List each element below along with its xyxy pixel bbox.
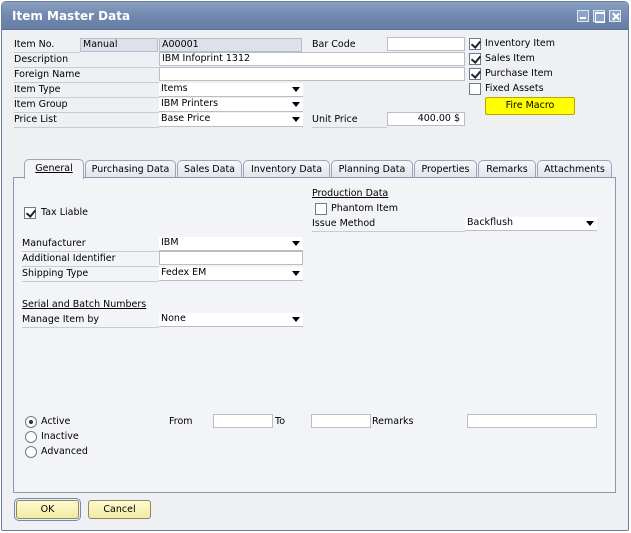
cancel-button[interactable]: Cancel [88, 500, 151, 519]
item-group-dropdown[interactable]: IBM Printers [159, 98, 303, 112]
inactive-label: Inactive [41, 431, 79, 442]
foreign-name-label: Foreign Name [14, 69, 81, 80]
remarks-label: Remarks [372, 416, 414, 427]
chevron-down-icon[interactable] [586, 221, 594, 226]
chevron-down-icon[interactable] [292, 271, 300, 276]
item-group-value: IBM Printers [161, 98, 219, 109]
fire-macro-button[interactable]: Fire Macro [485, 97, 575, 115]
chevron-down-icon[interactable] [292, 317, 300, 322]
item-group-label: Item Group [14, 99, 68, 110]
description-label: Description [14, 54, 69, 65]
tab-attachments[interactable]: Attachments [537, 160, 612, 178]
active-radio[interactable] [25, 416, 37, 428]
phantom-item-checkbox[interactable] [315, 203, 327, 215]
issue-method-dropdown[interactable]: Backflush [465, 217, 597, 231]
item-type-value: Items [161, 83, 188, 94]
chevron-down-icon[interactable] [292, 117, 300, 122]
price-list-label: Price List [14, 114, 57, 125]
shipping-type-value: Fedex EM [161, 267, 207, 278]
manage-item-by-dropdown[interactable]: None [159, 313, 303, 327]
item-type-dropdown[interactable]: Items [159, 83, 303, 97]
advanced-radio[interactable] [25, 446, 37, 458]
unit-price-field[interactable]: 400.00 $ [387, 112, 465, 126]
maximize-icon[interactable] [593, 10, 605, 23]
chevron-down-icon[interactable] [292, 241, 300, 246]
window-title: Item Master Data [12, 9, 131, 23]
additional-identifier-field[interactable] [159, 251, 303, 265]
tab-planning-data[interactable]: Planning Data [331, 160, 413, 178]
tab-general[interactable]: General [24, 159, 84, 179]
sales-item-checkbox[interactable] [469, 53, 481, 65]
foreign-name-field[interactable] [159, 67, 465, 81]
manage-item-by-value: None [161, 313, 186, 324]
item-no-field[interactable]: A00001 [159, 38, 302, 52]
tax-liable-label: Tax Liable [41, 207, 88, 218]
shipping-type-underline [22, 281, 159, 282]
price-list-underline [14, 127, 159, 128]
production-data-title: Production Data [312, 188, 389, 199]
close-icon[interactable] [609, 10, 621, 22]
advanced-label: Advanced [41, 446, 88, 457]
active-label: Active [41, 416, 71, 427]
unit-price-underline [312, 127, 387, 128]
to-label: To [275, 416, 286, 427]
tax-liable-checkbox[interactable] [24, 207, 36, 219]
manufacturer-label: Manufacturer [22, 238, 86, 249]
shipping-type-dropdown[interactable]: Fedex EM [159, 267, 303, 281]
minimize-icon[interactable] [577, 10, 589, 22]
issue-method-label: Issue Method [312, 218, 376, 229]
purchase-item-label: Purchase Item [485, 68, 553, 79]
tab-remarks[interactable]: Remarks [478, 160, 536, 178]
item-master-data-window: Item Master Data Item No. Manual A00001 … [1, 1, 629, 531]
phantom-item-label: Phantom Item [331, 203, 399, 214]
chevron-down-icon[interactable] [292, 102, 300, 107]
inventory-item-checkbox[interactable] [469, 38, 481, 50]
tab-purchasing-data[interactable]: Purchasing Data [85, 160, 176, 178]
item-no-series-field[interactable]: Manual [80, 38, 158, 52]
purchase-item-checkbox[interactable] [469, 68, 481, 80]
additional-identifier-label: Additional Identifier [22, 253, 116, 264]
tab-sales-data[interactable]: Sales Data [177, 160, 242, 178]
to-field[interactable] [311, 414, 371, 428]
manage-item-by-label: Manage Item by [22, 314, 100, 325]
shipping-type-label: Shipping Type [22, 268, 89, 279]
price-list-dropdown[interactable]: Base Price [159, 113, 303, 127]
item-type-label: Item Type [14, 84, 61, 95]
tab-properties[interactable]: Properties [414, 160, 477, 178]
bar-code-field[interactable] [387, 37, 465, 51]
inactive-radio[interactable] [25, 431, 37, 443]
serial-batch-title: Serial and Batch Numbers [22, 299, 147, 310]
fixed-assets-checkbox[interactable] [469, 83, 481, 95]
remarks-field[interactable] [467, 414, 597, 428]
manufacturer-dropdown[interactable]: IBM [159, 237, 303, 251]
tab-inventory-data[interactable]: Inventory Data [243, 160, 330, 178]
manage-item-by-underline [22, 327, 159, 328]
issue-method-underline [312, 231, 465, 232]
title-bar[interactable]: Item Master Data [2, 2, 628, 30]
inventory-item-label: Inventory Item [485, 38, 556, 49]
bar-code-label: Bar Code [312, 39, 356, 50]
chevron-down-icon[interactable] [292, 87, 300, 92]
fixed-assets-label: Fixed Assets [485, 83, 544, 94]
from-label: From [169, 416, 193, 427]
issue-method-value: Backflush [467, 217, 514, 228]
from-field[interactable] [213, 414, 273, 428]
price-list-value: Base Price [161, 113, 211, 124]
manufacturer-value: IBM [161, 237, 179, 248]
item-no-label: Item No. [14, 39, 55, 50]
unit-price-label: Unit Price [312, 114, 358, 125]
description-field[interactable]: IBM Infoprint 1312 [159, 52, 465, 66]
sales-item-label: Sales Item [485, 53, 535, 64]
ok-button[interactable]: OK [14, 498, 81, 521]
